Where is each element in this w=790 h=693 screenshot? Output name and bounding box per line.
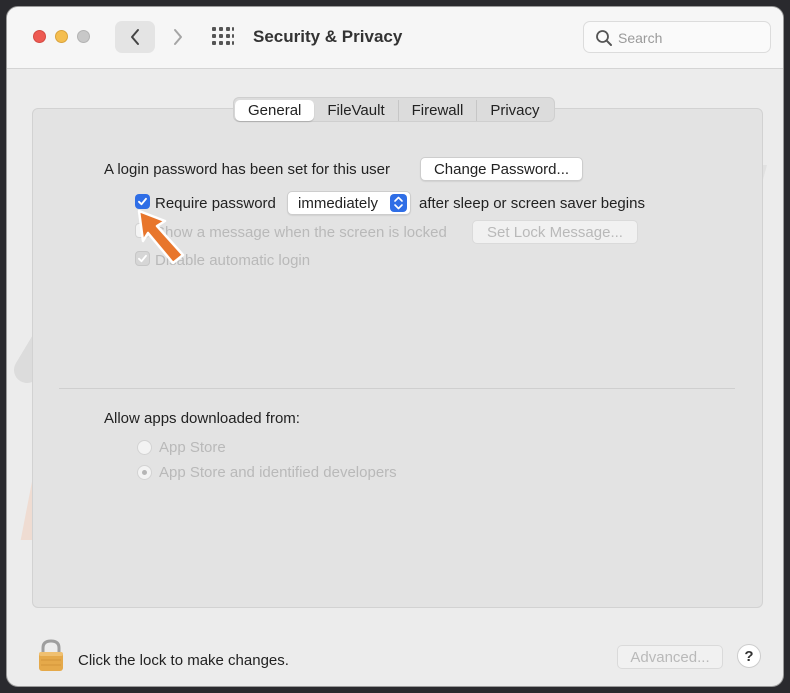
radio-app-store-identified[interactable]: [137, 465, 152, 480]
change-password-button[interactable]: Change Password...: [420, 157, 583, 181]
advanced-button[interactable]: Advanced...: [617, 645, 723, 669]
disable-auto-login-checkbox[interactable]: [135, 251, 150, 266]
general-panel: [32, 108, 763, 608]
require-password-delay-popup[interactable]: immediately: [287, 191, 411, 215]
search-input[interactable]: [618, 28, 758, 48]
checkmark-icon: [138, 254, 147, 263]
search-icon: [596, 30, 612, 46]
minimize-window-button[interactable]: [55, 30, 68, 43]
after-sleep-text: after sleep or screen saver begins: [419, 195, 645, 212]
set-lock-message-button[interactable]: Set Lock Message...: [472, 220, 638, 244]
zoom-window-button[interactable]: [77, 30, 90, 43]
radio-app-store-label: App Store: [159, 439, 226, 456]
require-password-delay-value: immediately: [298, 195, 379, 212]
close-window-button[interactable]: [33, 30, 46, 43]
tab-bar: General FileVault Firewall Privacy: [233, 97, 555, 122]
lock-icon[interactable]: [37, 638, 65, 674]
require-password-checkbox[interactable]: [135, 194, 150, 209]
forward-button[interactable]: [163, 21, 193, 53]
login-password-text: A login password has been set for this u…: [104, 161, 390, 178]
disable-auto-login-label: Disable automatic login: [155, 252, 311, 269]
tab-firewall[interactable]: Firewall: [397, 100, 477, 121]
back-button[interactable]: [115, 21, 155, 53]
title-bar: Security & Privacy: [7, 7, 783, 69]
show-message-label: Show a message when the screen is locked: [155, 224, 447, 241]
window-title: Security & Privacy: [253, 27, 403, 46]
tab-filevault[interactable]: FileVault: [314, 100, 397, 121]
radio-app-store-identified-label: App Store and identified developers: [159, 464, 397, 481]
lock-text: Click the lock to make changes.: [78, 652, 289, 669]
chevron-right-icon: [174, 29, 182, 45]
radio-app-store[interactable]: [137, 440, 152, 455]
popup-arrows-icon: [390, 194, 407, 212]
checkmark-icon: [138, 197, 147, 206]
allow-apps-heading: Allow apps downloaded from:: [104, 410, 300, 427]
help-button[interactable]: ?: [737, 644, 761, 668]
require-password-label: Require password: [155, 195, 276, 212]
section-divider: [59, 388, 735, 389]
tab-privacy[interactable]: Privacy: [476, 100, 552, 121]
system-preferences-window: Security & Privacy risk.com General File…: [6, 6, 784, 687]
tab-general[interactable]: General: [235, 100, 315, 121]
search-field[interactable]: [583, 21, 771, 53]
chevron-left-icon: [131, 29, 139, 45]
preference-pane: risk.com General FileVault Firewall Priv…: [7, 70, 783, 686]
show-all-grid-icon[interactable]: [212, 27, 234, 47]
show-message-checkbox[interactable]: [135, 223, 150, 238]
